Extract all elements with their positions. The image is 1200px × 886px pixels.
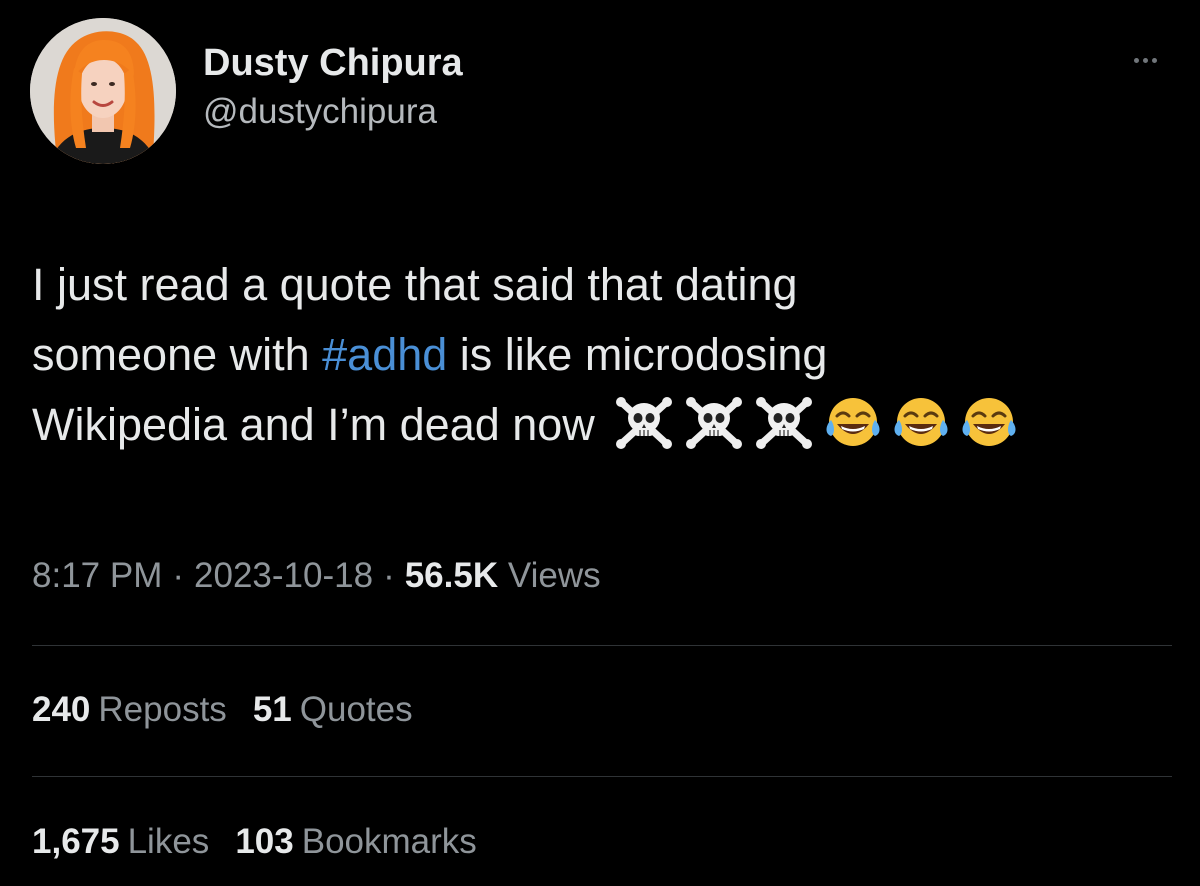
quotes-label: Quotes bbox=[299, 690, 413, 729]
emoji-row bbox=[605, 390, 1019, 460]
tweet-meta: 8:17 PM · 2023-10-18 · 56.5K Views bbox=[32, 552, 601, 600]
hashtag-link[interactable]: #adhd bbox=[322, 329, 447, 380]
tweet: Dusty Chipura @dustychipura I just read … bbox=[0, 0, 1200, 886]
tweet-text: I just read a quote that said that datin… bbox=[32, 250, 1182, 460]
meta-separator: · bbox=[383, 556, 395, 595]
more-options-button[interactable] bbox=[1120, 40, 1170, 80]
engagement-stats-row: 240 Reposts 51 Quotes bbox=[32, 686, 439, 734]
divider bbox=[32, 645, 1172, 646]
tweet-text-line: someone with #adhd is like microdosing bbox=[32, 320, 1182, 390]
quotes-stat[interactable]: 51 Quotes bbox=[253, 686, 413, 734]
engagement-stats-row: 1,675 Likes 103 Bookmarks bbox=[32, 818, 503, 866]
bookmarks-stat[interactable]: 103 Bookmarks bbox=[235, 818, 476, 866]
likes-label: Likes bbox=[127, 822, 210, 861]
tweet-time[interactable]: 8:17 PM bbox=[32, 556, 162, 595]
skull-and-crossbones-icon bbox=[753, 394, 815, 450]
tweet-text-fragment: is like microdosing bbox=[447, 329, 828, 380]
bookmarks-count: 103 bbox=[235, 822, 294, 861]
user-handle[interactable]: @dustychipura bbox=[203, 90, 463, 134]
meta-separator: · bbox=[172, 556, 185, 595]
more-icon bbox=[1133, 57, 1157, 63]
face-with-tears-of-joy-icon bbox=[959, 394, 1019, 450]
tweet-text-fragment: Wikipedia and I’m dead now bbox=[32, 399, 595, 450]
views-stat[interactable]: 56.5K Views bbox=[405, 556, 601, 595]
reposts-count: 240 bbox=[32, 690, 91, 729]
skull-and-crossbones-icon bbox=[683, 394, 745, 450]
tweet-date[interactable]: 2023-10-18 bbox=[194, 556, 373, 595]
views-count: 56.5K bbox=[404, 556, 499, 595]
display-name[interactable]: Dusty Chipura bbox=[203, 40, 463, 86]
reposts-stat[interactable]: 240 Reposts bbox=[32, 686, 227, 734]
bookmarks-label: Bookmarks bbox=[301, 822, 477, 861]
views-label: Views bbox=[507, 556, 601, 595]
quotes-count: 51 bbox=[252, 690, 292, 729]
likes-count: 1,675 bbox=[32, 822, 120, 861]
face-with-tears-of-joy-icon bbox=[891, 394, 951, 450]
reposts-label: Reposts bbox=[98, 690, 227, 729]
avatar[interactable] bbox=[30, 18, 176, 164]
tweet-text-fragment: someone with bbox=[32, 329, 323, 380]
author-info: Dusty Chipura @dustychipura bbox=[203, 40, 463, 134]
skull-and-crossbones-icon bbox=[613, 394, 675, 450]
tweet-text-line: Wikipedia and I’m dead now bbox=[32, 390, 1182, 460]
divider bbox=[32, 776, 1172, 777]
face-with-tears-of-joy-icon bbox=[823, 394, 883, 450]
tweet-text-line: I just read a quote that said that datin… bbox=[32, 259, 798, 310]
likes-stat[interactable]: 1,675 Likes bbox=[32, 818, 209, 866]
